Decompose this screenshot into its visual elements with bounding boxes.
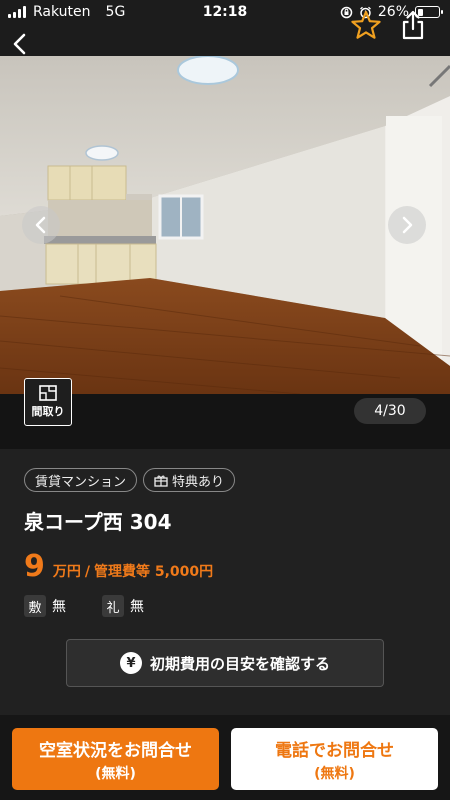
- deposit-value: 無: [52, 599, 66, 615]
- next-photo-button[interactable]: [388, 206, 426, 244]
- tag-label: 賃貸マンション: [35, 474, 127, 490]
- chevron-right-icon: [402, 216, 413, 234]
- bottom-action-bar: 空室状況をお問合せ (無料) 電話でお問合せ (無料): [0, 715, 450, 800]
- tag-property-type: 賃貸マンション: [24, 468, 138, 492]
- phone-inquiry-button[interactable]: 電話でお問合せ (無料): [231, 728, 438, 790]
- tag-label: 特典あり: [172, 474, 225, 490]
- property-title: 泉コープ西 304: [24, 510, 172, 534]
- price-separator: /: [84, 564, 90, 580]
- price-row: 9 万円 / 管理費等 5,000円: [24, 549, 213, 584]
- tag-benefit: 特典あり: [143, 468, 236, 492]
- back-icon[interactable]: [8, 32, 32, 56]
- phone-inquiry-sub: (無料): [314, 765, 355, 782]
- floorplan-label: 間取り: [31, 405, 65, 418]
- initial-cost-button[interactable]: ¥ 初期費用の目安を確認する: [66, 639, 384, 687]
- property-info: 賃貸マンション 特典あり 泉コープ西 304 9 万円 / 管理費等 5,000…: [0, 449, 450, 715]
- vacancy-inquiry-label: 空室状況をお問合せ: [39, 740, 192, 761]
- status-bar: Rakuten 5G 12:18 26%: [0, 0, 450, 26]
- floorplan-button[interactable]: 間取り: [24, 378, 72, 426]
- vacancy-inquiry-button[interactable]: 空室状況をお問合せ (無料): [12, 728, 219, 790]
- management-fee: 管理費等 5,000円: [94, 564, 214, 580]
- key-money-label: 礼: [102, 595, 124, 617]
- star-icon[interactable]: [350, 10, 382, 40]
- gift-icon: [154, 475, 168, 487]
- rent-unit: 万円: [52, 564, 81, 580]
- rent-value: 9: [24, 549, 45, 584]
- floorplan-icon: [39, 385, 57, 401]
- photo-counter: 4/30: [354, 398, 426, 424]
- phone-inquiry-label: 電話でお問合せ: [275, 740, 394, 761]
- key-money-value: 無: [130, 599, 144, 615]
- room-photo[interactable]: [0, 56, 450, 394]
- vacancy-inquiry-sub: (無料): [95, 765, 136, 782]
- tag-list: 賃貸マンション 特典あり: [24, 468, 236, 492]
- room-photo-image: [0, 56, 450, 394]
- previous-photo-button[interactable]: [22, 206, 60, 244]
- chevron-left-icon: [35, 216, 46, 234]
- initial-cost-label: 初期費用の目安を確認する: [149, 654, 330, 673]
- deposit-label: 敷: [24, 595, 46, 617]
- yen-icon: ¥: [119, 652, 142, 674]
- share-icon[interactable]: [400, 10, 426, 40]
- deposit-row: 敷 無 礼 無: [24, 595, 180, 617]
